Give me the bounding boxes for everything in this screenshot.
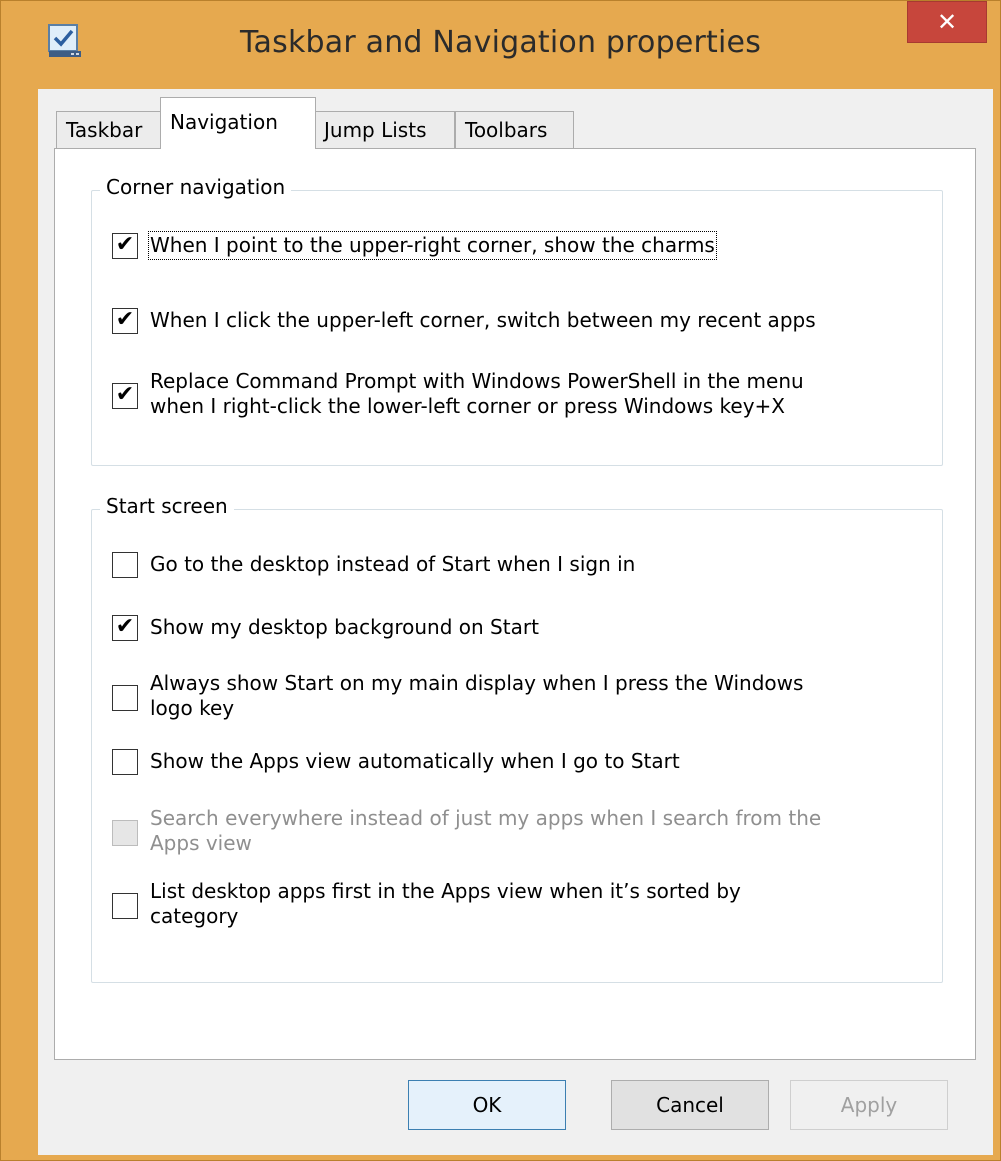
navigation-tab-panel: Corner navigation ✔ When I point to the …	[54, 148, 976, 1060]
cancel-button[interactable]: Cancel	[611, 1080, 769, 1130]
option-label: Show my desktop background on Start	[150, 615, 539, 639]
checkbox[interactable]	[112, 685, 138, 711]
option-label: Always show Start on my main display whe…	[150, 671, 804, 720]
option-replace-powershell[interactable]: ✔ Replace Command Prompt with Windows Po…	[112, 369, 922, 425]
tab-navigation[interactable]: Navigation	[160, 97, 316, 149]
tab-taskbar[interactable]: Taskbar	[56, 111, 162, 149]
start-screen-legend: Start screen	[100, 494, 234, 518]
option-label: List desktop apps first in the Apps view…	[150, 879, 741, 928]
close-icon: ✕	[936, 8, 958, 36]
title-bar[interactable]: Taskbar and Navigation properties ✕	[1, 1, 1000, 89]
option-label: Go to the desktop instead of Start when …	[150, 552, 636, 576]
option-switch-recent-apps[interactable]: ✔ When I click the upper-left corner, sw…	[112, 308, 922, 340]
tab-jump-lists[interactable]: Jump Lists	[314, 111, 455, 149]
close-button[interactable]: ✕	[907, 1, 987, 43]
checkbox[interactable]	[112, 893, 138, 919]
checkbox	[112, 820, 138, 846]
checkbox[interactable]: ✔	[112, 308, 138, 334]
option-go-to-desktop[interactable]: Go to the desktop instead of Start when …	[112, 552, 922, 584]
option-apps-view-auto[interactable]: Show the Apps view automatically when I …	[112, 749, 922, 781]
option-main-display[interactable]: Always show Start on my main display whe…	[112, 671, 922, 727]
corner-navigation-legend: Corner navigation	[100, 175, 292, 199]
ok-button[interactable]: OK	[408, 1080, 566, 1130]
corner-navigation-group: Corner navigation ✔ When I point to the …	[91, 175, 943, 466]
option-label: When I click the upper-left corner, swit…	[150, 308, 816, 332]
option-show-charms[interactable]: ✔ When I point to the upper-right corner…	[112, 231, 922, 265]
option-label: Search everywhere instead of just my app…	[150, 806, 822, 855]
checkbox[interactable]	[112, 552, 138, 578]
checkbox[interactable]: ✔	[112, 383, 138, 409]
properties-dialog: Taskbar and Navigation properties ✕ Task…	[0, 0, 1001, 1161]
apply-button[interactable]: Apply	[790, 1080, 948, 1130]
start-screen-group: Start screen Go to the desktop instead o…	[91, 494, 943, 983]
option-desktop-apps-first[interactable]: List desktop apps first in the Apps view…	[112, 879, 922, 935]
option-search-everywhere: Search everywhere instead of just my app…	[112, 806, 922, 862]
tab-toolbars[interactable]: Toolbars	[455, 111, 574, 149]
option-desktop-background[interactable]: ✔ Show my desktop background on Start	[112, 615, 922, 647]
option-label: Replace Command Prompt with Windows Powe…	[150, 369, 804, 418]
checkbox[interactable]: ✔	[112, 615, 138, 641]
option-label: When I point to the upper-right corner, …	[148, 231, 717, 260]
window-title: Taskbar and Navigation properties	[239, 25, 762, 60]
dialog-client-area: Taskbar Navigation Jump Lists Toolbars C…	[38, 89, 993, 1155]
option-label: Show the Apps view automatically when I …	[150, 749, 680, 773]
checkbox[interactable]	[112, 749, 138, 775]
checkbox[interactable]: ✔	[112, 233, 138, 259]
